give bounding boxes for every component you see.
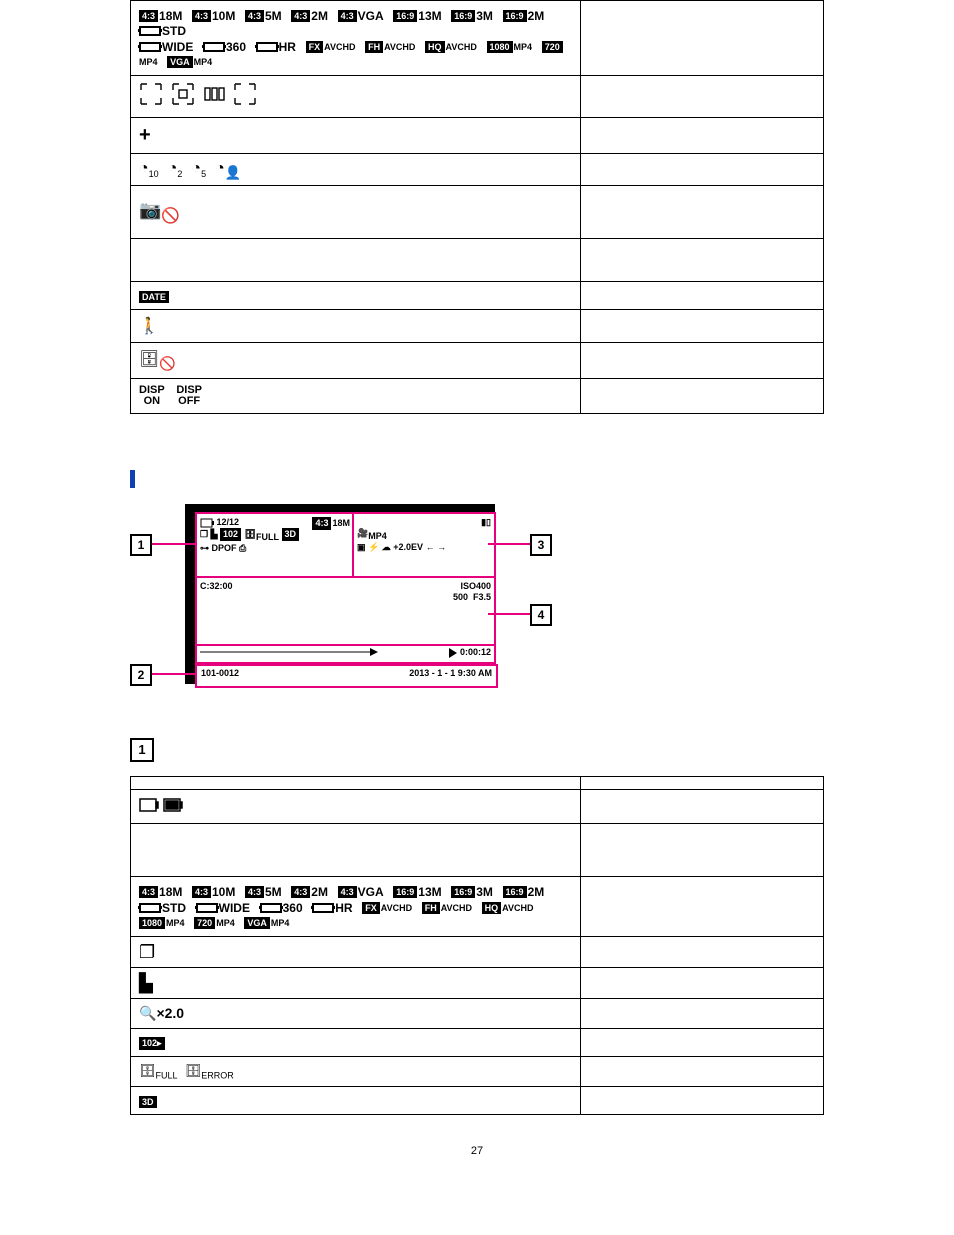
crosshair-icon: +: [139, 124, 151, 146]
date-badge: DATE: [139, 291, 169, 303]
row-histogram: ▙: [131, 967, 824, 998]
callout-4: 4: [530, 604, 552, 626]
row-image-size-2: 4:318M 4:310M 4:35M 4:32M 4:3VGA 16:913M…: [131, 877, 824, 936]
burst-group-icon: ❐: [139, 942, 155, 962]
callout-3: 3: [530, 534, 552, 556]
row-blank: [131, 239, 824, 282]
histogram-icon: ▙: [139, 973, 153, 993]
playback-icons-table-1: 4:318M 4:310M 4:35M 4:32M 4:3VGA 16:913M…: [130, 776, 824, 1115]
row-zoom: 🔍×2.0: [131, 998, 824, 1028]
flash-icon: ⚡: [368, 542, 379, 552]
section-1-callout: 1: [130, 738, 154, 762]
row-disp: DISPON DISPOFF: [131, 379, 824, 414]
col-display: [131, 777, 581, 790]
row-af-frame: [131, 75, 824, 117]
diagram-progress: 0:00:12: [195, 644, 496, 664]
callout-1: 1: [130, 534, 152, 556]
shooting-icons-table: 4:318M 4:310M 4:35M 4:32M 4:3VGA 16:913M…: [130, 0, 824, 414]
folder-badge: 102▸: [139, 1037, 165, 1050]
row-crosshair: +: [131, 117, 824, 153]
row-db: 🗄FULL 🗄ERROR: [131, 1056, 824, 1087]
3d-badge: 3D: [139, 1096, 157, 1108]
magnify-icon: 🔍×2.0: [139, 1005, 184, 1021]
row-destination: 🚶: [131, 310, 824, 343]
burst-icon: ❐: [200, 529, 208, 539]
aspect-43-badge: 4:3: [139, 10, 158, 22]
aspect-169-badge: 16:9: [393, 10, 417, 22]
timer-portrait-icon: ◔👤: [215, 161, 241, 180]
db-full-icon: 🗄FULL: [139, 1063, 178, 1078]
row-3d: 3D: [131, 1087, 824, 1115]
db-error-icon: 🗄ERROR: [185, 1063, 234, 1078]
battery-icons: [139, 796, 183, 814]
row-date: DATE: [131, 282, 824, 310]
print-icon: ⎙: [239, 543, 246, 553]
arrows-icon: ← →: [426, 542, 447, 552]
metering-icon: ▣: [357, 542, 366, 552]
histogram-icon: ▙: [211, 529, 218, 539]
camera-overheat-icon: 📷🚫: [139, 200, 180, 220]
disp-off-icon: DISPOFF: [176, 385, 202, 407]
row-db-warn: 🗄🚫: [131, 343, 824, 379]
row-folder: 102▸: [131, 1028, 824, 1056]
diagram-area-3: ▮▯ 🎥MP4 ▣ ⚡ ☁ +2.0EV ← →: [352, 512, 496, 578]
walk-icon: 🚶: [139, 318, 159, 335]
row-battery: [131, 790, 824, 824]
play-icon: [449, 648, 457, 658]
diagram-area-2: 101-0012 2013 - 1 - 1 9:30 AM: [195, 664, 498, 688]
row-self-timer: ◔10 ◔2 ◔5 ◔👤: [131, 153, 824, 186]
diagram-area-4: C:32:00 ISO400 500 F3.5: [195, 576, 496, 648]
wb-icon: ☁: [382, 542, 391, 552]
col-indication: [581, 777, 824, 790]
row-image-size: 4:318M 4:310M 4:35M 4:32M 4:3VGA 16:913M…: [131, 1, 824, 76]
battery-icon: ▮▯: [481, 517, 491, 528]
disp-on-icon: DISPON: [139, 385, 165, 407]
protect-icon: ⊶: [200, 543, 209, 553]
diagram-area-1: 12/12 4:318M ❐ ▙ 102 🗄FULL 3D ⊶ DPOF ⎙: [195, 512, 355, 578]
af-frame-icons: [139, 82, 259, 108]
section-marker: [130, 470, 135, 488]
panorama-icon: [139, 26, 161, 36]
playback-screen-diagram: 12/12 4:318M ❐ ▙ 102 🗄FULL 3D ⊶ DPOF ⎙ ▮…: [130, 504, 560, 714]
movie-icon: 🎥MP4: [357, 528, 387, 538]
row-burst: ❐: [131, 936, 824, 967]
callout-2: 2: [130, 664, 152, 686]
db-icon: 🗄FULL: [245, 529, 279, 539]
row-blank2: [131, 824, 824, 877]
row-overheat: 📷🚫: [131, 186, 824, 239]
db-warn-icon: 🗄🚫: [139, 351, 176, 368]
page-number: 27: [130, 1145, 824, 1157]
timer-icon: ◔10: [139, 161, 159, 179]
